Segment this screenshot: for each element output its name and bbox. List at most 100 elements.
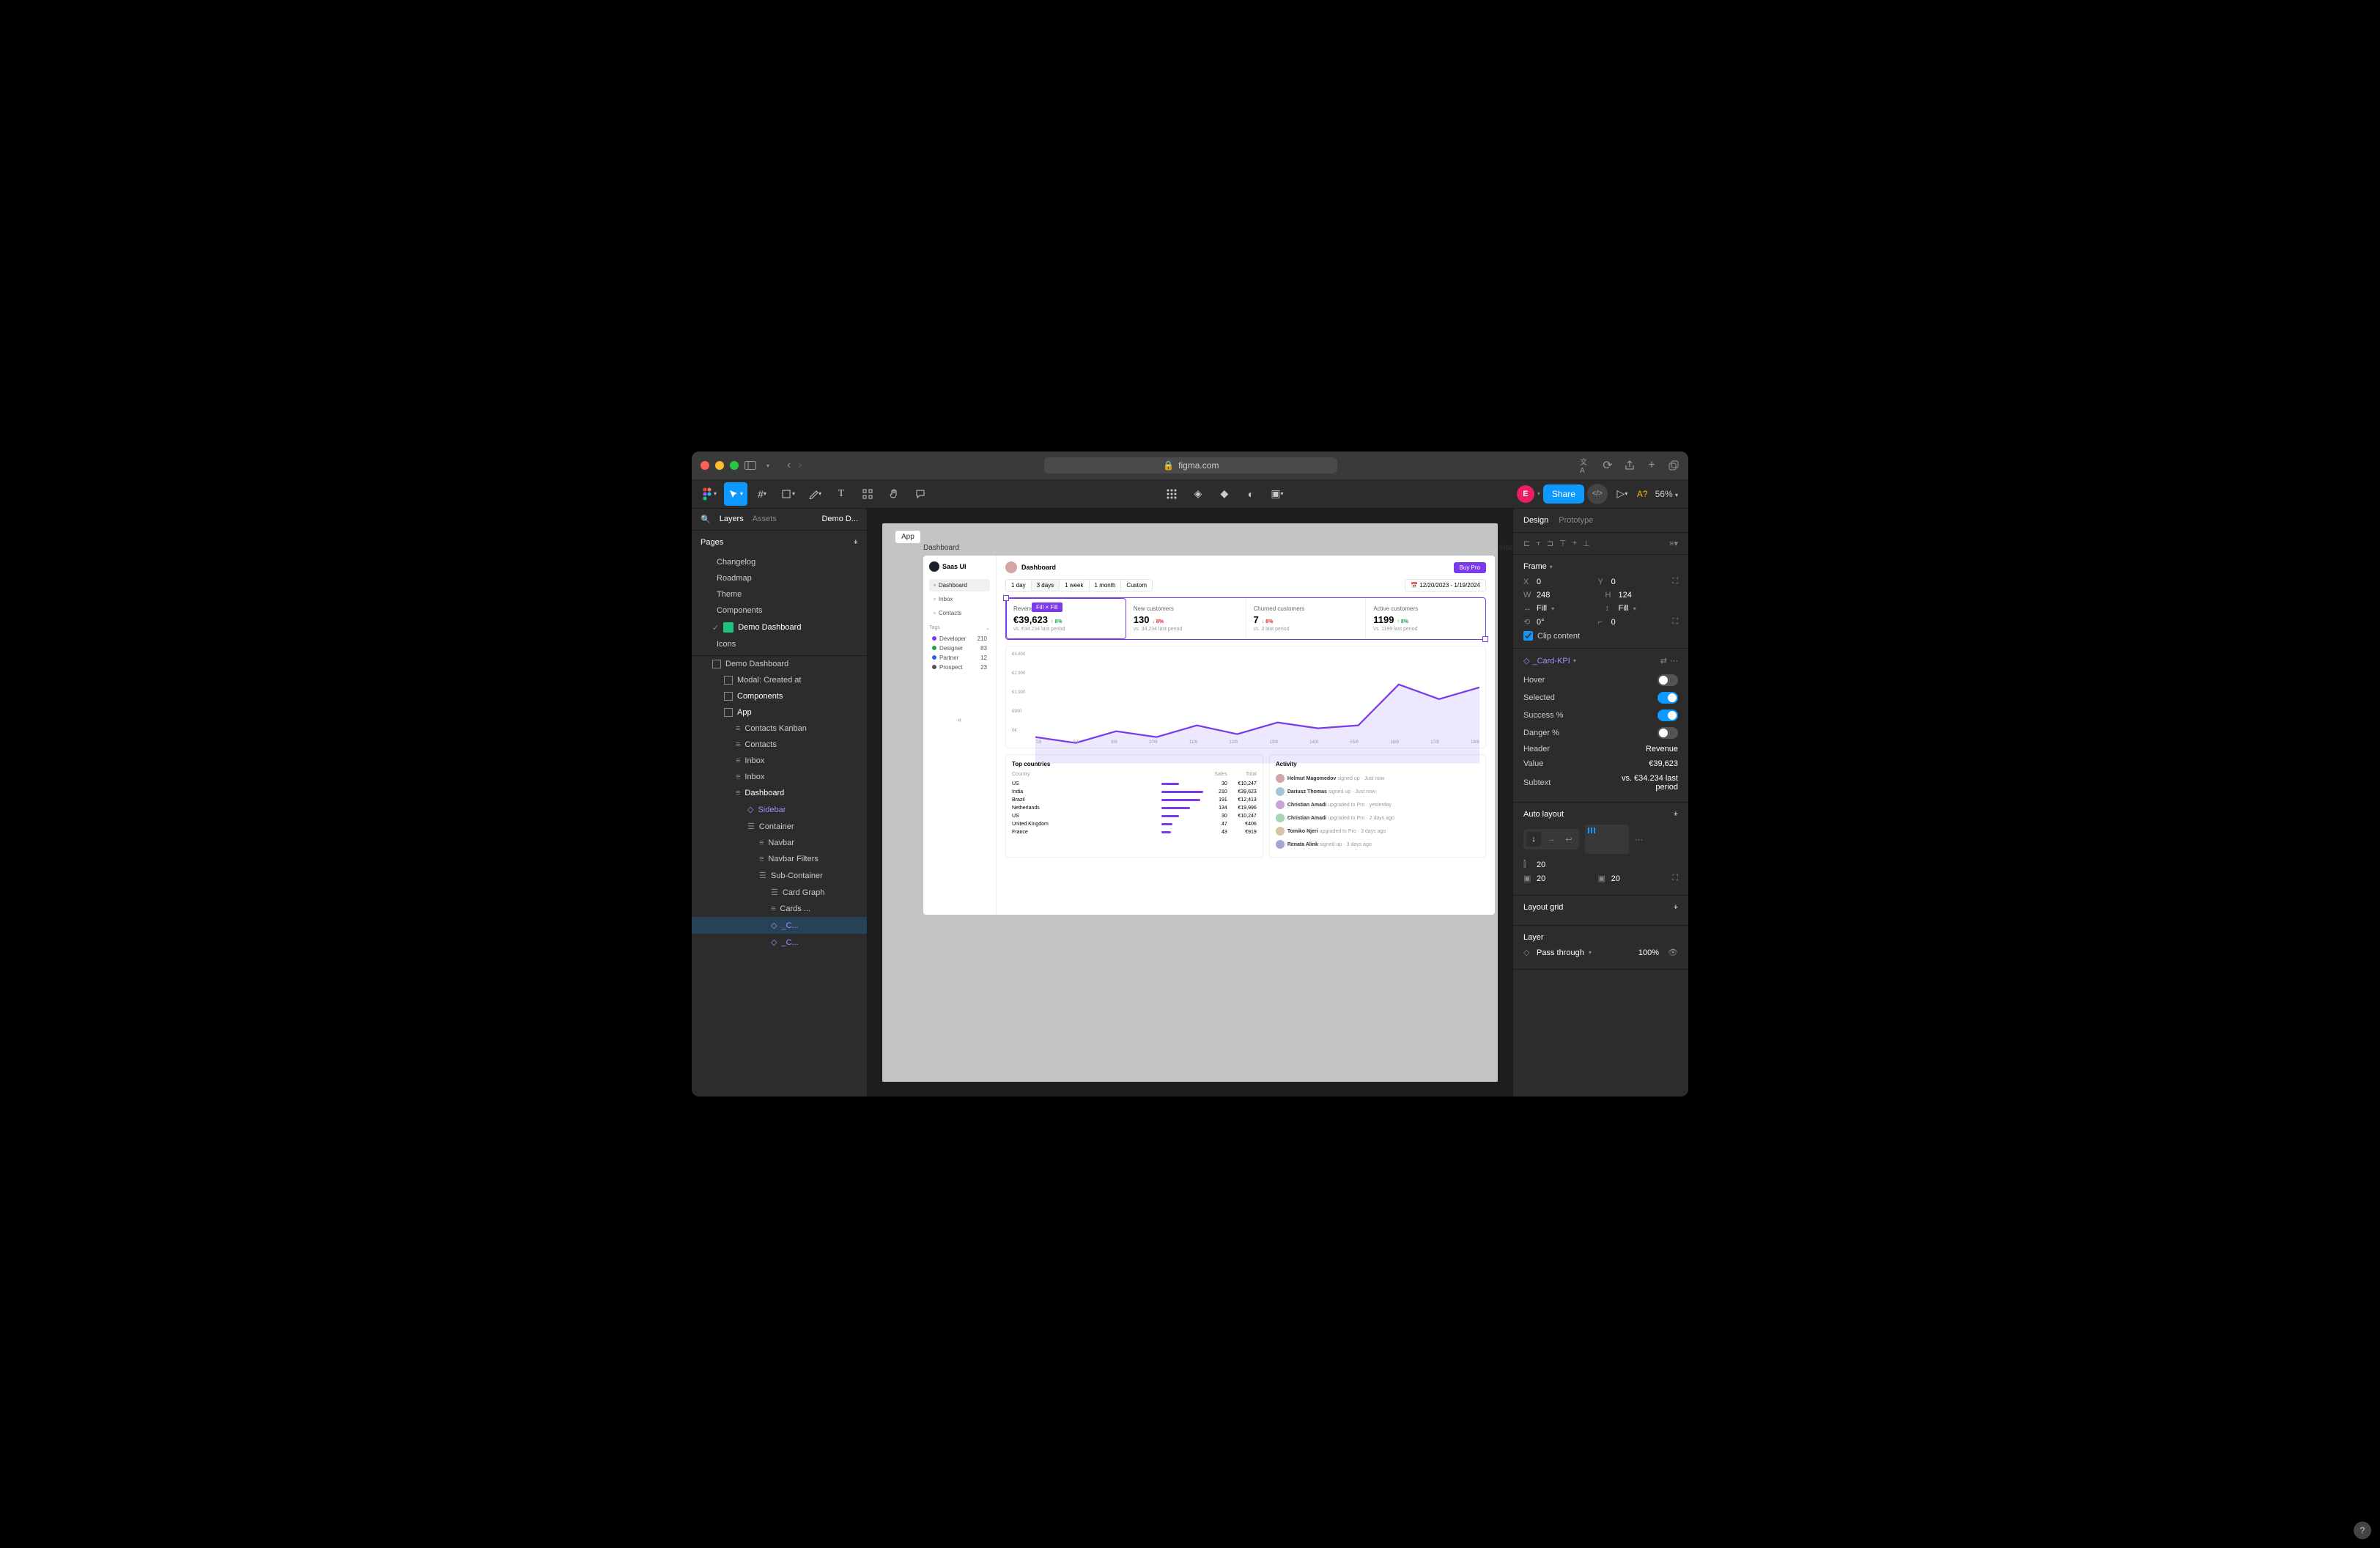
filter-option[interactable]: 1 month [1090,580,1122,591]
layer-item[interactable]: Modal: Created at [692,672,867,688]
collapse-icon[interactable]: « [929,716,990,724]
align-bottom-icon[interactable]: ⊥ [1583,539,1590,548]
page-item[interactable]: Components [692,602,867,619]
layer-item[interactable]: ≡Navbar Filters [692,851,867,867]
align-top-icon[interactable]: ⊤ [1559,539,1567,548]
comment-tool-icon[interactable] [909,482,932,506]
align-left-icon[interactable]: ⊏ [1523,539,1530,548]
prop-value[interactable]: vs. €34.234 last period [1597,774,1678,792]
kpi-card[interactable]: Revenue€39,623 ↑ 8%vs. €34.234 last peri… [1006,598,1126,639]
prop-value[interactable]: €39,623 [1649,759,1678,768]
page-item[interactable]: Changelog [692,554,867,570]
tag-item[interactable]: Partner12 [929,653,990,663]
tag-item[interactable]: Designer83 [929,644,990,653]
dashboard-artboard[interactable]: Saas UI ▫Dashboard▫Inbox▫Contacts Tags⌄ … [923,556,1495,915]
search-icon[interactable]: 🔍 [701,515,711,524]
filter-option[interactable]: Custom [1121,580,1152,591]
filter-option[interactable]: 3 days [1032,580,1060,591]
clip-content-checkbox[interactable] [1523,631,1533,641]
sidebar-item[interactable]: ▫Dashboard [929,579,990,591]
align-vcenter-icon[interactable]: + [1572,539,1577,548]
kpi-card[interactable]: New customers130 ↓ 8%vs. 34,234 last per… [1126,598,1246,639]
figma-menu-icon[interactable]: ▾ [698,482,721,506]
page-item[interactable]: Roadmap [692,570,867,586]
chevron-down-icon[interactable]: ▾ [1537,490,1540,497]
align-right-icon[interactable]: ⊐ [1547,539,1553,548]
layer-item[interactable]: ◇_C... [692,934,867,951]
tab-design[interactable]: Design [1523,516,1548,525]
page-item[interactable]: ✓Demo Dashboard [692,619,867,636]
resize-v[interactable]: Fill [1619,604,1629,613]
kpi-card[interactable]: Active customers1199 ↑ 8%vs. 1199 last p… [1366,598,1485,639]
opacity-input[interactable]: 100% [1638,948,1659,957]
swap-icon[interactable]: ⇄ [1660,656,1667,666]
vertical-icon[interactable]: ↓ [1526,832,1541,847]
shape-tool-icon[interactable]: ▾ [777,482,800,506]
layer-item[interactable]: ☰Sub-Container [692,867,867,884]
add-icon[interactable]: + [1674,810,1678,819]
layer-item[interactable]: ☰Card Graph [692,884,867,901]
tag-item[interactable]: Prospect23 [929,663,990,672]
x-input[interactable]: 0 [1537,578,1541,586]
translate-icon[interactable]: 文A [1580,460,1592,471]
layer-item[interactable]: ≡Cards ... [692,901,867,917]
prop-value[interactable]: Revenue [1646,745,1678,753]
sidebar-item[interactable]: ▫Inbox [929,593,990,605]
more-icon[interactable]: ⋯ [1670,656,1678,666]
w-input[interactable]: 248 [1537,591,1550,600]
layer-item[interactable]: ☰Container [692,818,867,835]
url-bar[interactable]: 🔒 figma.com [1044,457,1337,473]
resize-h[interactable]: Fill [1537,604,1547,613]
layer-root[interactable]: Demo Dashboard [692,656,867,672]
layer-item[interactable]: ≡Inbox [692,769,867,785]
date-range[interactable]: 📅 12/20/2023 - 1/19/2024 [1405,579,1486,591]
sidebar-item[interactable]: ▫Contacts [929,607,990,619]
tag-item[interactable]: Developer210 [929,634,990,644]
layer-item[interactable]: Components [692,688,867,704]
align-hcenter-icon[interactable]: ⫟ [1536,539,1541,548]
reload-icon[interactable]: ⟳ [1602,460,1614,471]
user-avatar-icon[interactable] [1005,561,1017,573]
union-icon[interactable]: ▣▾ [1265,482,1289,506]
page-item[interactable]: Icons [692,636,867,652]
close-icon[interactable] [701,461,709,470]
toggle[interactable] [1658,674,1678,686]
new-tab-icon[interactable]: + [1646,460,1658,471]
grid-icon[interactable] [1160,482,1183,506]
zoom-level[interactable]: 56% ▾ [1655,489,1678,499]
mask-icon[interactable]: ◈ [1186,482,1210,506]
rotation-input[interactable]: 0° [1537,618,1545,627]
kpi-card[interactable]: Churned customers7 ↓ 8%vs. 3 last period [1246,598,1367,639]
wrap-icon[interactable]: ↩ [1562,832,1576,847]
tabs-icon[interactable] [1668,460,1679,471]
corner-detail-icon[interactable]: ⛶ [1672,617,1678,627]
dev-mode-icon[interactable]: </> [1587,484,1608,504]
blend-mode[interactable]: Pass through [1537,948,1584,957]
layer-item[interactable]: ≡Navbar [692,835,867,851]
text-tool-icon[interactable]: T [829,482,853,506]
chevron-down-icon[interactable]: ⌄ [986,625,990,631]
tab-layers[interactable]: Layers [720,515,744,524]
present-icon[interactable]: ▷▾ [1611,482,1634,506]
corner-input[interactable]: 0 [1611,618,1616,627]
filter-option[interactable]: 1 day [1006,580,1032,591]
toggle[interactable] [1658,727,1678,739]
share-icon[interactable] [1624,460,1636,471]
gap-v-input[interactable]: 20 [1537,860,1545,869]
hand-tool-icon[interactable] [882,482,906,506]
filter-option[interactable]: 1 week [1060,580,1089,591]
nav-back-icon[interactable]: ‹ [787,459,791,472]
layer-item[interactable]: ◇Sidebar [692,801,867,818]
layer-item[interactable]: ≡Dashboard [692,785,867,801]
more-icon[interactable]: ⋯ [1635,835,1643,844]
ai-label[interactable]: A? [1637,489,1648,499]
user-avatar[interactable]: E [1517,485,1534,503]
toggle[interactable] [1658,710,1678,721]
horizontal-icon[interactable]: → [1544,832,1559,847]
toggle[interactable] [1658,692,1678,704]
share-button[interactable]: Share [1543,484,1584,504]
contrast-icon[interactable]: ◐ [1239,482,1263,506]
pad-v-input[interactable]: 20 [1611,874,1620,883]
layer-item[interactable]: ≡Contacts [692,737,867,753]
buy-pro-button[interactable]: Buy Pro [1454,562,1486,573]
